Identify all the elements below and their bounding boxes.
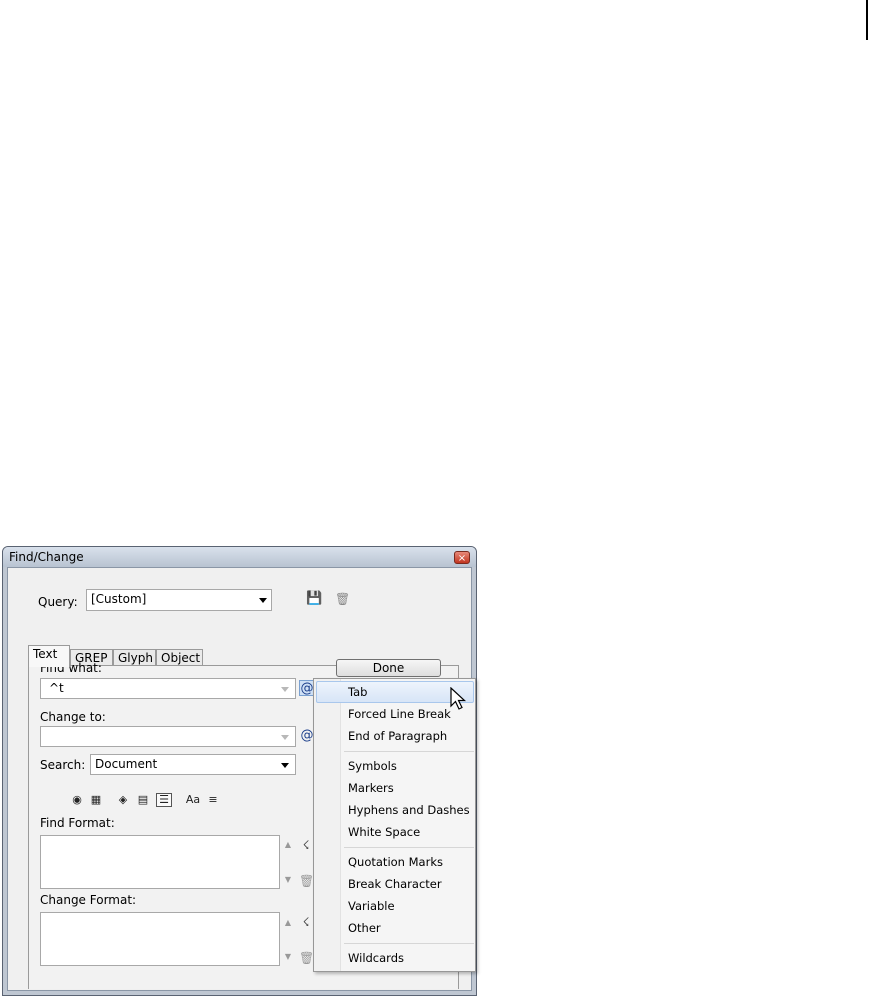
scroll-up-icon[interactable]: ▲ — [280, 840, 296, 849]
menu-separator — [344, 751, 474, 752]
menu-item-other[interactable]: Other — [348, 921, 381, 935]
title-bar[interactable]: Find/Change × — [3, 547, 476, 567]
include-hidden-layers-icon[interactable]: ◈ — [116, 794, 130, 806]
menu-separator — [344, 847, 474, 848]
query-value: [Custom] — [91, 592, 147, 606]
change-to-label: Change to: — [40, 710, 106, 724]
menu-icon-strip — [314, 679, 341, 971]
menu-item-forced-line-break[interactable]: Forced Line Break — [348, 707, 451, 721]
query-label: Query: — [38, 595, 78, 609]
menu-separator — [344, 943, 474, 944]
include-master-pages-icon[interactable]: ▤ — [136, 794, 150, 806]
clear-change-format-icon[interactable]: 🗑 — [299, 951, 314, 965]
include-footnotes-icon[interactable]: ☰ — [156, 793, 172, 807]
search-label: Search: — [40, 758, 86, 772]
find-format-label: Find Format: — [40, 816, 115, 830]
scroll-down-icon[interactable]: ▼ — [280, 875, 296, 884]
chevron-down-icon — [281, 687, 289, 692]
clear-find-format-icon[interactable]: 🗑 — [299, 874, 314, 888]
menu-item-wildcards[interactable]: Wildcards — [348, 951, 404, 965]
mouse-pointer-icon — [450, 687, 467, 710]
done-button[interactable]: Done — [336, 659, 441, 677]
scroll-down-icon[interactable]: ▼ — [280, 952, 296, 961]
include-locked-layers-icon[interactable]: ◉ — [70, 794, 84, 806]
chevron-down-icon — [259, 598, 267, 603]
case-sensitive-icon[interactable]: Aa — [184, 794, 202, 806]
menu-item-markers[interactable]: Markers — [348, 781, 394, 795]
tab-text[interactable]: Text — [28, 645, 70, 667]
menu-item-symbols[interactable]: Symbols — [348, 759, 397, 773]
change-format-label: Change Format: — [40, 893, 137, 907]
menu-item-break-character[interactable]: Break Character — [348, 877, 442, 891]
close-button[interactable]: × — [454, 551, 470, 564]
specify-change-format-icon[interactable]: ☇ — [299, 915, 313, 929]
delete-query-icon[interactable]: 🗑 — [335, 593, 350, 605]
find-format-box[interactable] — [40, 835, 280, 889]
menu-item-variable[interactable]: Variable — [348, 899, 395, 913]
page-edge-mark — [866, 0, 868, 40]
search-scope-value: Document — [95, 757, 158, 771]
menu-item-hyphens-and-dashes[interactable]: Hyphens and Dashes — [348, 803, 470, 817]
search-scope-select[interactable]: Document — [90, 754, 296, 775]
save-query-icon[interactable]: 💾 — [306, 592, 322, 605]
menu-item-tab[interactable]: Tab — [348, 685, 367, 699]
menu-item-white-space[interactable]: White Space — [348, 825, 420, 839]
chevron-down-icon — [281, 735, 289, 740]
find-what-value: ^t — [49, 681, 64, 695]
special-characters-menu: Tab Forced Line Break End of Paragraph S… — [313, 678, 476, 972]
include-locked-stories-icon[interactable]: ▦ — [89, 794, 103, 806]
menu-item-end-of-paragraph[interactable]: End of Paragraph — [348, 729, 447, 743]
change-format-box[interactable] — [40, 912, 280, 966]
dialog-title: Find/Change — [9, 550, 84, 564]
find-what-input[interactable]: ^t — [40, 678, 296, 699]
menu-item-quotation-marks[interactable]: Quotation Marks — [348, 855, 443, 869]
chevron-down-icon — [281, 763, 289, 768]
specify-find-format-icon[interactable]: ☇ — [299, 838, 313, 852]
query-select[interactable]: [Custom] — [86, 589, 272, 611]
whole-word-icon[interactable]: ≡ — [206, 794, 220, 806]
scroll-up-icon[interactable]: ▲ — [280, 918, 296, 927]
change-to-input[interactable] — [40, 726, 296, 747]
